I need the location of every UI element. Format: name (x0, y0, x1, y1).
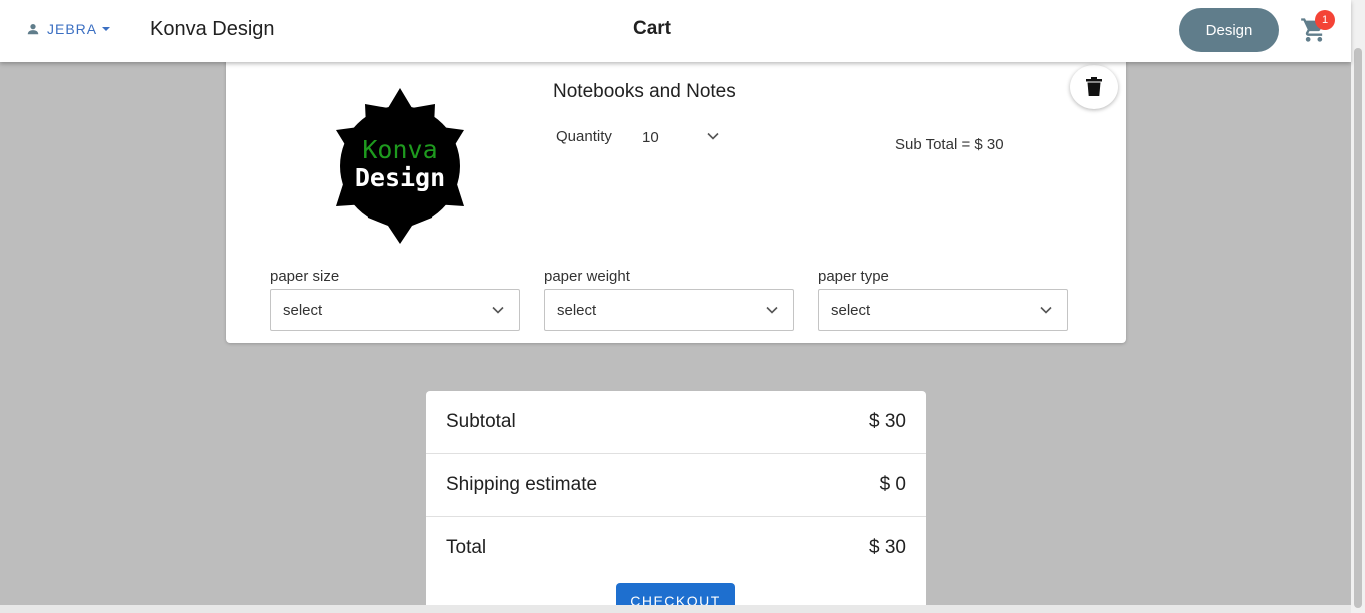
cart-item-card: Konva Design Notebooks and Notes Quantit… (226, 40, 1126, 343)
design-button[interactable]: Design (1179, 8, 1279, 52)
horizontal-scrollbar[interactable] (0, 605, 1351, 613)
delete-item-button[interactable] (1070, 65, 1118, 109)
paper-type-label: paper type (818, 268, 889, 285)
paper-weight-label: paper weight (544, 268, 630, 285)
scrollbar-thumb[interactable] (1354, 48, 1362, 608)
summary-row-subtotal: Subtotal $ 30 (426, 391, 926, 454)
product-name: Notebooks and Notes (553, 81, 736, 102)
chevron-down-icon (1040, 306, 1052, 314)
summary-amount: $ 30 (869, 411, 906, 432)
cart-count-badge: 1 (1315, 10, 1335, 30)
summary-amount: $ 0 (879, 474, 906, 495)
chevron-down-icon (707, 132, 719, 140)
item-subtotal: Sub Total = $ 30 (895, 136, 1004, 153)
logo-line-konva: Konva (362, 135, 437, 164)
logo-line-design: Design (355, 163, 445, 192)
summary-row-total: Total $ 30 (426, 517, 926, 580)
summary-label: Total (446, 537, 487, 558)
summary-label: Subtotal (446, 411, 516, 432)
product-logo-image: Konva Design (336, 88, 464, 244)
paper-type-value: select (831, 302, 871, 319)
page-title: Cart (632, 18, 671, 39)
vertical-scrollbar[interactable] (1351, 0, 1365, 613)
chevron-down-icon (492, 306, 504, 314)
trash-icon (1086, 77, 1102, 96)
order-summary-card: Subtotal $ 30 Shipping estimate $ 0 Tota… (426, 391, 926, 613)
summary-label: Shipping estimate (446, 474, 598, 495)
paper-weight-select[interactable]: select (544, 289, 794, 331)
quantity-select[interactable]: 10 (642, 125, 720, 149)
summary-row-shipping: Shipping estimate $ 0 (426, 454, 926, 517)
paper-size-value: select (283, 302, 323, 319)
quantity-label: Quantity (556, 128, 612, 145)
quantity-value: 10 (642, 128, 659, 146)
paper-type-select[interactable]: select (818, 289, 1068, 331)
summary-amount: $ 30 (869, 537, 906, 558)
chevron-down-icon (766, 306, 778, 314)
paper-weight-value: select (557, 302, 597, 319)
app-bar: JEBRA Konva Design Cart Design 1 (0, 0, 1351, 62)
paper-size-select[interactable]: select (270, 289, 520, 331)
paper-size-label: paper size (270, 268, 340, 285)
